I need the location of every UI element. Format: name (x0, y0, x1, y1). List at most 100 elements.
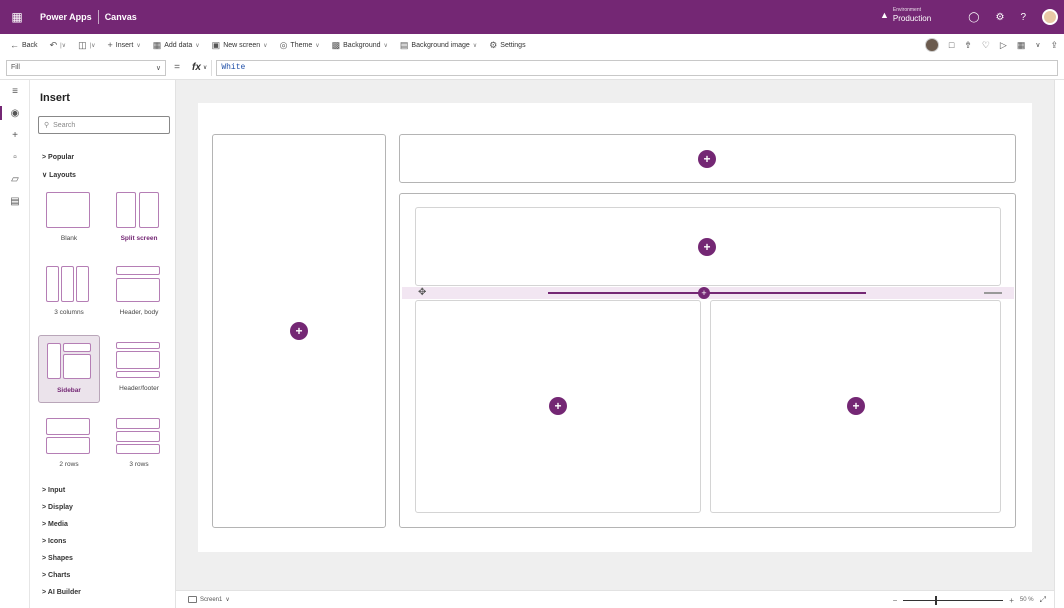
zoom-thumb[interactable] (935, 595, 938, 605)
new-screen-button[interactable]: ▣ New screen ∨ (212, 40, 268, 51)
menu-icon[interactable]: ≡ (0, 80, 30, 102)
comment-icon[interactable]: □ (949, 40, 954, 50)
add-control-button[interactable]: + (290, 322, 308, 340)
bell-icon[interactable]: ◯ (968, 12, 979, 23)
background-image-button[interactable]: ▤ Background image ∨ (400, 40, 477, 51)
category-label: Charts (48, 572, 71, 579)
undo-button[interactable]: ↶ |∨ (50, 40, 67, 51)
settings-icon[interactable]: ⚙ (995, 12, 1004, 23)
zoom-value: 50 % (1019, 597, 1034, 603)
layout-blank[interactable]: Blank (40, 186, 98, 250)
layout-2-rows[interactable]: 2 rows (40, 412, 98, 476)
app-header: ▦ Power Apps Canvas ▲ Environment Produc… (0, 0, 1064, 34)
add-control-button[interactable]: + (549, 397, 567, 415)
layout-label: 3 rows (129, 461, 149, 468)
layout-label: Header, body (119, 309, 159, 316)
layout-split-screen[interactable]: Split screen (110, 186, 168, 250)
screen-icon (188, 596, 197, 603)
category-popular[interactable]: > Popular (42, 154, 74, 161)
chevron-down-icon: ∨ (155, 64, 161, 72)
category-input[interactable]: > Input (42, 487, 65, 494)
category-shapes[interactable]: > Shapes (42, 555, 73, 562)
command-bar: ← Back ↶ |∨ ◫ |∨ + Insert ∨ ▦ Add data ∨… (0, 34, 1064, 56)
layout-sidebar[interactable]: Sidebar (38, 335, 100, 403)
category-label: Shapes (48, 555, 73, 562)
layout-3-rows[interactable]: 3 rows (110, 412, 168, 476)
play-icon[interactable]: ▷ (1000, 40, 1007, 51)
fit-to-window-icon[interactable]: ⤢ (1040, 595, 1046, 605)
layout-header-body[interactable]: Header, body (110, 260, 168, 324)
variables-icon[interactable]: ▤ (0, 190, 30, 212)
back-button[interactable]: ← Back (10, 40, 38, 50)
splitter-handle[interactable]: + (698, 287, 710, 299)
fx-button[interactable]: fx ∨ (188, 59, 213, 76)
save-icon[interactable]: ▦ (1017, 40, 1026, 51)
plus-icon[interactable]: + (0, 124, 30, 146)
undo-icon: ↶ (49, 39, 58, 50)
settings-button[interactable]: ⚙ Settings (489, 40, 525, 51)
share-icon[interactable]: ⇮ (964, 40, 972, 51)
avatar[interactable] (1042, 9, 1058, 25)
chevron-down-icon: ∨ (225, 597, 230, 603)
layout-preview (63, 343, 91, 352)
equals-icon: = (174, 62, 180, 73)
user-avatar[interactable] (924, 38, 939, 52)
category-charts[interactable]: > Charts (42, 572, 70, 579)
chevron-down-icon: |∨ (60, 42, 67, 49)
app-checker-icon[interactable]: ♡ (982, 40, 990, 51)
properties-pane-collapsed[interactable] (1054, 80, 1064, 608)
add-control-button[interactable]: + (698, 150, 716, 168)
chevron-down-icon: ∨ (315, 42, 320, 49)
chevron-down-icon[interactable]: ∨ (1035, 41, 1040, 49)
layout-header-footer[interactable]: Header/footer (110, 336, 168, 400)
category-layouts[interactable]: ∨ Layouts (42, 171, 76, 179)
zoom-control: − + 50 % ⤢ (893, 591, 1046, 608)
settings-label: Settings (500, 41, 526, 49)
zoom-slider[interactable] (903, 595, 1004, 605)
category-label: Layouts (49, 172, 76, 179)
image-icon: ▤ (399, 39, 409, 50)
layout-preview (47, 343, 61, 379)
category-label: Input (48, 487, 66, 494)
layout-3-columns[interactable]: 3 columns (40, 260, 98, 324)
left-rail: ≡ ◉ + ▫ ▱ ▤ (0, 80, 30, 608)
data-icon[interactable]: ▫ (0, 146, 30, 168)
category-display[interactable]: > Display (42, 504, 73, 511)
formula-input[interactable]: White (216, 59, 1058, 76)
insert-panel: Insert ⚲ Search > Popular ∨ Layouts Blan… (30, 80, 176, 608)
add-control-button[interactable]: + (847, 397, 865, 415)
property-dropdown[interactable]: Fill ∨ (6, 59, 166, 76)
category-label: Media (48, 521, 68, 528)
search-input[interactable]: ⚲ Search (38, 116, 170, 134)
theme-label: Theme (290, 41, 313, 49)
category-label: Icons (48, 538, 67, 545)
move-icon[interactable]: ✥ (418, 287, 426, 298)
layout-label: Sidebar (57, 387, 81, 394)
background-button[interactable]: ▩ Background ∨ (332, 40, 388, 51)
add-control-button[interactable]: + (698, 238, 716, 256)
new-screen-label: New screen (223, 41, 261, 49)
layout-preview (116, 192, 136, 228)
zoom-in-icon[interactable]: + (1009, 596, 1014, 605)
theme-button[interactable]: ◎ Theme ∨ (280, 40, 320, 51)
help-icon[interactable]: ? (1020, 12, 1026, 23)
media-icon[interactable]: ▱ (0, 168, 30, 190)
insert-button[interactable]: + Insert ∨ (108, 40, 141, 50)
category-icons[interactable]: > Icons (42, 538, 66, 545)
container-splitter[interactable]: ✥ + (402, 287, 1014, 299)
publish-icon[interactable]: ⇪ (1050, 40, 1058, 51)
waffle-icon[interactable]: ▦ (0, 0, 34, 34)
zoom-out-icon[interactable]: − (893, 596, 898, 605)
app-name[interactable]: Power Apps (34, 12, 98, 22)
screen-selector[interactable]: Screen1 ∨ (188, 596, 230, 603)
environment-picker[interactable]: ▲ Environment Production (880, 7, 931, 23)
category-media[interactable]: > Media (42, 521, 68, 528)
layers-icon[interactable]: ◉ (0, 102, 30, 124)
paste-button[interactable]: ◫ |∨ (78, 40, 95, 51)
category-ai-builder[interactable]: > AI Builder (42, 589, 81, 596)
add-data-button[interactable]: ▦ Add data ∨ (153, 40, 200, 51)
fx-label: fx (192, 62, 201, 73)
splitter-grip[interactable] (984, 292, 1002, 294)
chevron-down-icon: ∨ (383, 42, 388, 49)
background-label: Background (343, 41, 381, 49)
